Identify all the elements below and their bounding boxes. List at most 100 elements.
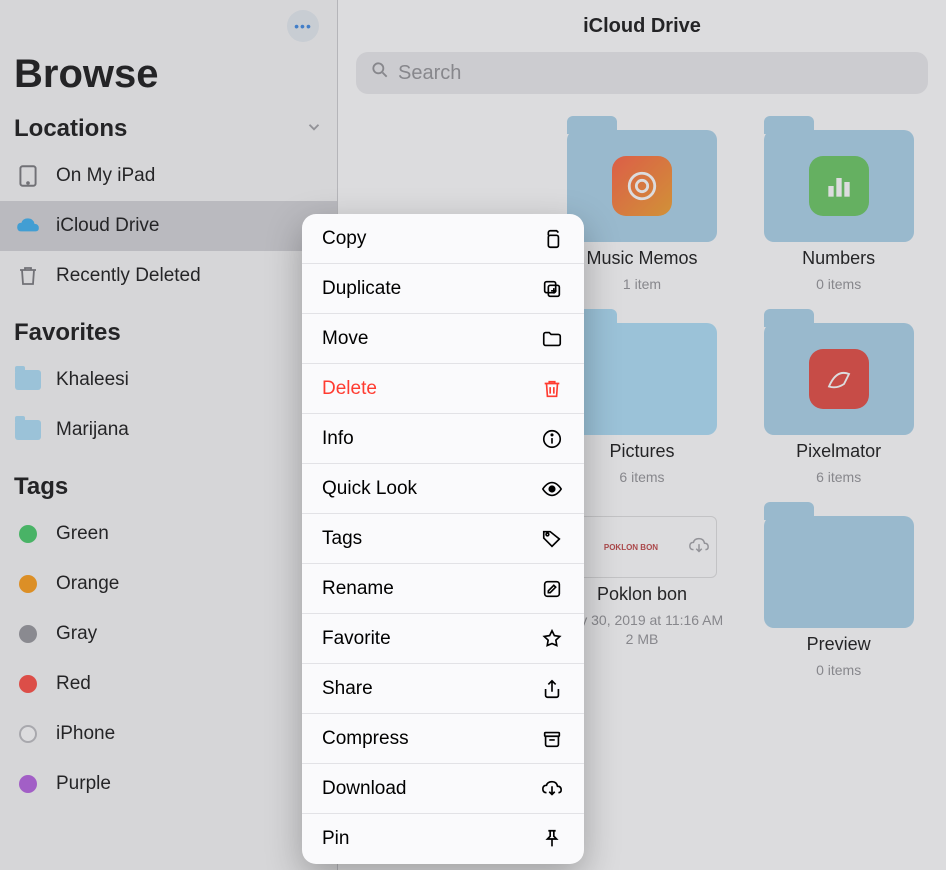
tag-dot-icon	[19, 725, 37, 743]
section-header-locations[interactable]: Locations	[0, 115, 337, 151]
sidebar-item-label: Gray	[56, 623, 97, 645]
file-meta: May 30, 2019 at 11:16 AM 2 MB	[561, 611, 723, 647]
folder-icon	[764, 516, 914, 628]
menu-item-label: Delete	[322, 378, 377, 400]
file-item-pixelmator[interactable]: Pixelmator 6 items	[745, 323, 932, 486]
ipad-icon	[14, 162, 42, 190]
tag-dot-icon	[19, 625, 37, 643]
sidebar-item-tag-green[interactable]: Green	[0, 509, 337, 559]
file-name: Numbers	[802, 248, 875, 269]
menu-item-label: Pin	[322, 828, 349, 850]
section-header-label: Favorites	[14, 319, 121, 347]
tags-list: Green Orange Gray Red iPhone Purple	[0, 509, 337, 809]
sidebar-item-tag-orange[interactable]: Orange	[0, 559, 337, 609]
info-icon	[540, 427, 564, 451]
pencil-icon	[540, 577, 564, 601]
sidebar-item-label: Marijana	[56, 419, 129, 441]
cloud-download-icon	[688, 535, 710, 560]
menu-item-pin[interactable]: Pin	[302, 814, 584, 864]
folder-icon	[567, 323, 717, 435]
menu-item-duplicate[interactable]: Duplicate	[302, 264, 584, 314]
ellipsis-icon: •••	[294, 18, 312, 34]
menu-item-label: Share	[322, 678, 373, 700]
sidebar-item-favorite[interactable]: Marijana	[0, 405, 337, 455]
tag-icon	[540, 527, 564, 551]
music-memos-icon	[612, 156, 672, 216]
menu-item-favorite[interactable]: Favorite	[302, 614, 584, 664]
menu-item-compress[interactable]: Compress	[302, 714, 584, 764]
pin-icon	[540, 827, 564, 851]
folder-icon	[14, 366, 42, 394]
sidebar-item-tag-gray[interactable]: Gray	[0, 609, 337, 659]
eye-icon	[540, 477, 564, 501]
menu-item-move[interactable]: Move	[302, 314, 584, 364]
menu-item-label: Quick Look	[322, 478, 417, 500]
file-meta: 0 items	[816, 661, 861, 679]
share-icon	[540, 677, 564, 701]
sidebar-item-label: iCloud Drive	[56, 215, 159, 237]
section-header-label: Locations	[14, 115, 127, 143]
menu-item-download[interactable]: Download	[302, 764, 584, 814]
section-header-favorites[interactable]: Favorites	[0, 319, 337, 355]
file-name: Music Memos	[586, 248, 697, 269]
sidebar-item-tag-red[interactable]: Red	[0, 659, 337, 709]
sidebar-item-label: On My iPad	[56, 165, 155, 187]
archive-icon	[540, 727, 564, 751]
folder-icon	[540, 327, 564, 351]
tag-dot-icon	[19, 775, 37, 793]
sidebar-item-label: Recently Deleted	[56, 265, 201, 287]
menu-item-info[interactable]: Info	[302, 414, 584, 464]
menu-item-quick-look[interactable]: Quick Look	[302, 464, 584, 514]
star-icon	[540, 627, 564, 651]
sidebar: ••• Browse Locations On My iPad iCloud	[0, 0, 338, 870]
tag-dot-icon	[19, 575, 37, 593]
sidebar-item-label: Orange	[56, 573, 119, 595]
sidebar-item-label: Purple	[56, 773, 111, 795]
cloud-icon	[14, 212, 42, 240]
more-button[interactable]: •••	[287, 10, 319, 42]
menu-item-tags[interactable]: Tags	[302, 514, 584, 564]
sidebar-item-tag-purple[interactable]: Purple	[0, 759, 337, 809]
menu-item-label: Compress	[322, 728, 409, 750]
sidebar-item-tag-iphone[interactable]: iPhone	[0, 709, 337, 759]
file-item-preview[interactable]: Preview 0 items	[745, 516, 932, 679]
duplicate-icon	[540, 277, 564, 301]
file-item-numbers[interactable]: Numbers 0 items	[745, 130, 932, 293]
section-header-tags[interactable]: Tags	[0, 473, 337, 509]
file-meta: 0 items	[816, 275, 861, 293]
menu-item-share[interactable]: Share	[302, 664, 584, 714]
sidebar-item-recently-deleted[interactable]: Recently Deleted	[0, 251, 337, 301]
menu-item-label: Download	[322, 778, 407, 800]
folder-icon	[764, 130, 914, 242]
menu-item-delete[interactable]: Delete	[302, 364, 584, 414]
sidebar-item-label: Green	[56, 523, 109, 545]
sidebar-item-label: iPhone	[56, 723, 115, 745]
sidebar-item-icloud-drive[interactable]: iCloud Drive	[0, 201, 337, 251]
file-meta: 6 items	[619, 468, 664, 486]
search-input[interactable]: Search	[356, 52, 928, 94]
sidebar-item-favorite[interactable]: Khaleesi	[0, 355, 337, 405]
section-header-label: Tags	[14, 473, 68, 501]
chevron-down-icon	[305, 115, 323, 143]
menu-item-label: Rename	[322, 578, 394, 600]
menu-item-label: Duplicate	[322, 278, 401, 300]
menu-item-label: Copy	[322, 228, 366, 250]
tag-dot-icon	[19, 525, 37, 543]
menu-item-rename[interactable]: Rename	[302, 564, 584, 614]
page-title: iCloud Drive	[338, 0, 946, 52]
menu-item-copy[interactable]: Copy	[302, 214, 584, 264]
favorites-list: Khaleesi Marijana	[0, 355, 337, 455]
sidebar-item-on-my-ipad[interactable]: On My iPad	[0, 151, 337, 201]
menu-item-label: Info	[322, 428, 354, 450]
folder-icon	[567, 130, 717, 242]
menu-item-label: Favorite	[322, 628, 391, 650]
file-name: Preview	[807, 634, 871, 655]
sidebar-item-label: Red	[56, 673, 91, 695]
context-menu: Copy Duplicate Move Delete Info Quick Lo…	[302, 214, 584, 864]
folder-icon	[14, 416, 42, 444]
file-meta: 1 item	[623, 275, 661, 293]
menu-item-label: Move	[322, 328, 368, 350]
search-placeholder: Search	[398, 62, 461, 85]
numbers-icon	[809, 156, 869, 216]
file-thumbnail: POKLON BON	[567, 516, 717, 578]
